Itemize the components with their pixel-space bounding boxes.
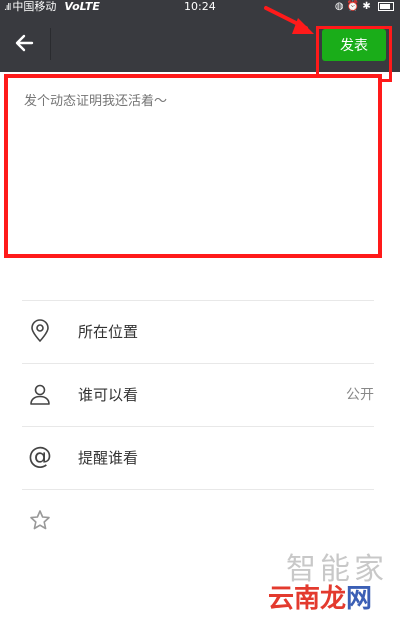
compose-input[interactable] — [24, 94, 364, 109]
person-icon — [30, 384, 50, 405]
battery-icon — [378, 1, 394, 11]
watermark-bottom-text: 云南龙网 — [268, 578, 372, 615]
network-type: VoLTE — [64, 0, 100, 13]
visibility-value: 公开 — [346, 387, 374, 403]
option-label: 提醒谁看 — [78, 449, 139, 467]
watermark-bottom-a: 云南龙 — [268, 584, 347, 614]
option-mention[interactable]: @ 提醒谁看 — [22, 426, 374, 489]
status-time: 10:24 — [184, 0, 216, 13]
carrier-info: .ıll 中国移动 VoLTE — [4, 0, 100, 15]
option-label: 所在位置 — [78, 323, 139, 341]
system-icons: ◍ ⏰ ✱ — [335, 0, 394, 14]
title-bar: 发表 — [0, 14, 400, 82]
system-status-icons: ◍ ⏰ ✱ — [334, 1, 371, 12]
signal-icon: .ıll — [4, 3, 11, 13]
back-arrow-icon[interactable] — [10, 28, 40, 58]
option-location[interactable]: 所在位置 — [22, 300, 374, 363]
watermark-bottom-b: 网 — [346, 584, 373, 614]
option-label: 谁可以看 — [78, 386, 139, 404]
option-star[interactable] — [22, 489, 374, 552]
carrier-name: 中国移动 — [12, 0, 57, 13]
watermark: 智能家 云南龙网 — [262, 544, 396, 614]
option-visibility[interactable]: 谁可以看 公开 — [22, 363, 374, 426]
publish-button[interactable]: 发表 — [322, 29, 386, 61]
annotation-arrow-icon — [264, 6, 314, 34]
status-bar: .ıll 中国移动 VoLTE 10:24 ◍ ⏰ ✱ — [0, 0, 400, 14]
compose-area — [4, 74, 382, 258]
header-divider — [50, 28, 51, 60]
post-options-list: 所在位置 谁可以看 公开 @ 提醒谁看 — [22, 300, 374, 552]
star-icon — [30, 510, 50, 530]
at-icon: @ — [28, 442, 52, 470]
location-pin-icon — [31, 319, 49, 343]
